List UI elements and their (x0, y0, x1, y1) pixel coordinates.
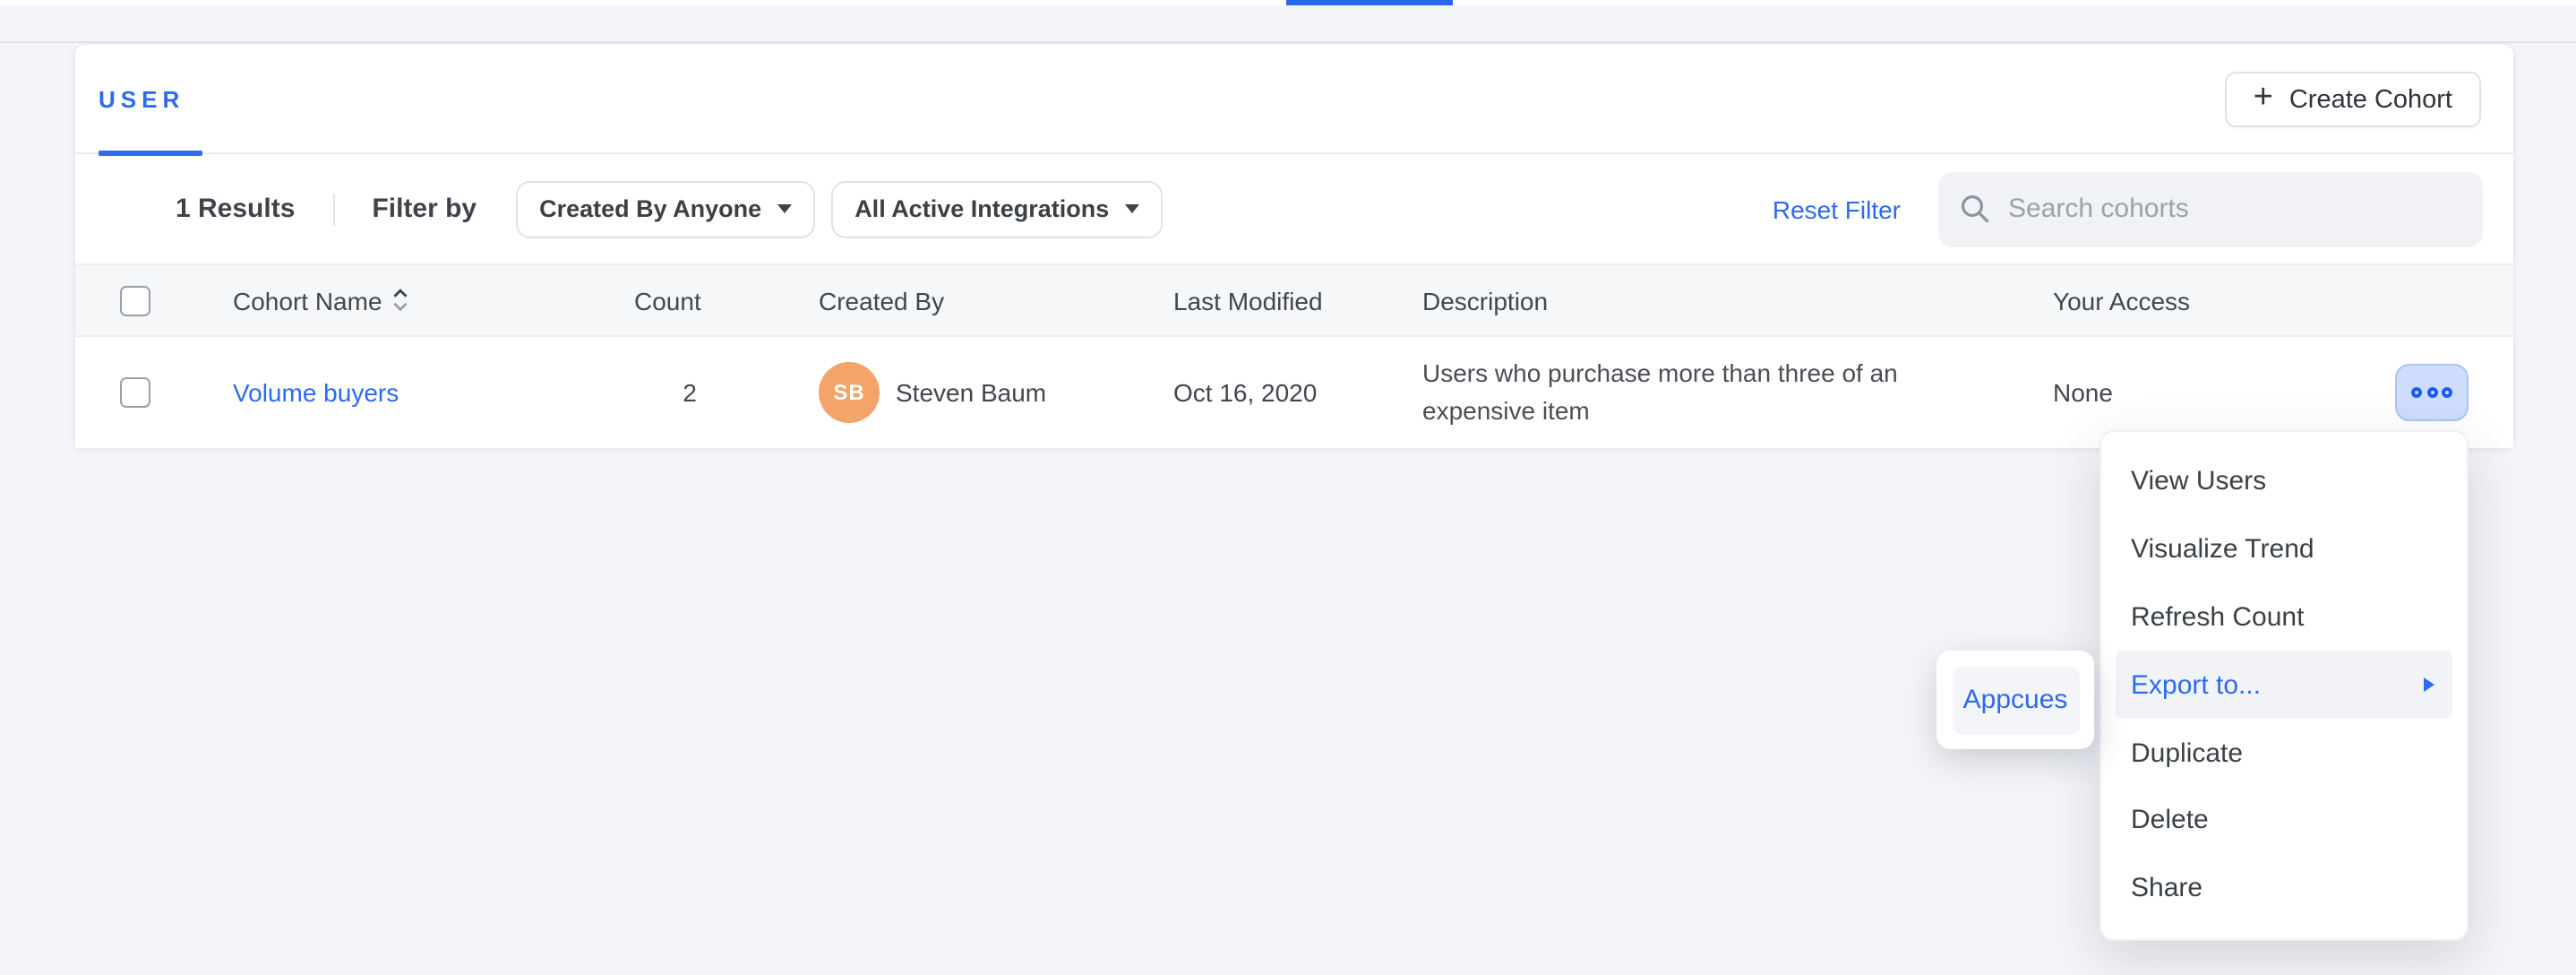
your-access-value: None (2053, 378, 2113, 407)
menu-item-view-users[interactable]: View Users (2116, 448, 2452, 516)
search-icon (1960, 194, 1990, 224)
submenu-arrow-icon (2424, 678, 2434, 693)
ellipsis-icon (2426, 387, 2437, 398)
filter-right-group: Reset Filter (1773, 171, 2483, 246)
cohort-name-link[interactable]: Volume buyers (233, 378, 399, 407)
row-actions-button[interactable] (2395, 364, 2469, 421)
creator-name: Steven Baum (896, 378, 1046, 407)
top-strip (0, 0, 2576, 4)
col-header-your-access: Your Access (2053, 286, 2190, 315)
integrations-dropdown[interactable]: All Active Integrations (831, 180, 1163, 237)
submenu-item-appcues[interactable]: Appcues (1952, 666, 2079, 734)
active-nav-indicator (1286, 0, 1453, 4)
select-all-checkbox[interactable] (120, 285, 150, 315)
tab-user[interactable]: USER (99, 45, 185, 154)
results-count: 1 Results (176, 194, 295, 224)
avatar: SB (819, 362, 880, 423)
divider (332, 193, 334, 225)
cohorts-panel: USER + Create Cohort 1 Results Filter by… (73, 43, 2515, 450)
tab-bar: USER + Create Cohort (75, 45, 2513, 154)
filter-by-label: Filter by (372, 194, 477, 224)
chevron-down-icon (777, 204, 792, 213)
row-checkbox[interactable] (120, 377, 150, 408)
integrations-dropdown-value: All Active Integrations (854, 195, 1109, 222)
cohort-count: 2 (634, 378, 697, 407)
menu-item-duplicate[interactable]: Duplicate (2116, 719, 2452, 787)
last-modified-date: Oct 16, 2020 (1173, 378, 1317, 407)
col-header-description: Description (1422, 286, 1548, 315)
ellipsis-icon (2442, 387, 2452, 398)
page: USER + Create Cohort 1 Results Filter by… (0, 0, 2576, 975)
created-by-dropdown-value: Created By Anyone (539, 195, 761, 222)
cohort-description: Users who purchase more than three of an… (1422, 355, 1960, 430)
menu-item-visualize-trend[interactable]: Visualize Trend (2116, 516, 2452, 584)
filter-bar: 1 Results Filter by Created By Anyone Al… (75, 154, 2513, 263)
sort-icon[interactable] (393, 287, 409, 314)
menu-item-refresh-count[interactable]: Refresh Count (2116, 583, 2452, 651)
chevron-down-icon (1125, 204, 1139, 213)
col-header-cohort-name: Cohort Name (233, 286, 382, 315)
col-header-created-by: Created By (819, 286, 944, 315)
search-box (1938, 171, 2483, 246)
ellipsis-icon (2411, 387, 2422, 398)
context-menu: View Users Visualize Trend Refresh Count… (2099, 430, 2469, 940)
col-header-count: Count (634, 286, 715, 315)
plus-icon: + (2254, 81, 2273, 115)
col-header-last-modified: Last Modified (1173, 286, 1323, 315)
menu-item-share[interactable]: Share (2116, 855, 2452, 923)
menu-item-delete[interactable]: Delete (2116, 787, 2452, 855)
create-cohort-label: Create Cohort (2289, 85, 2452, 114)
search-input[interactable] (2008, 194, 2461, 224)
table-header-row: Cohort Name Count Created By Last Modifi… (75, 263, 2513, 337)
export-submenu: Appcues (1936, 651, 2094, 749)
reset-filter-link[interactable]: Reset Filter (1773, 194, 1901, 223)
menu-item-export-to[interactable]: Export to... (2116, 651, 2452, 720)
create-cohort-button[interactable]: + Create Cohort (2225, 72, 2481, 127)
tab-user-label: USER (99, 86, 185, 113)
created-by-dropdown[interactable]: Created By Anyone (516, 180, 815, 237)
